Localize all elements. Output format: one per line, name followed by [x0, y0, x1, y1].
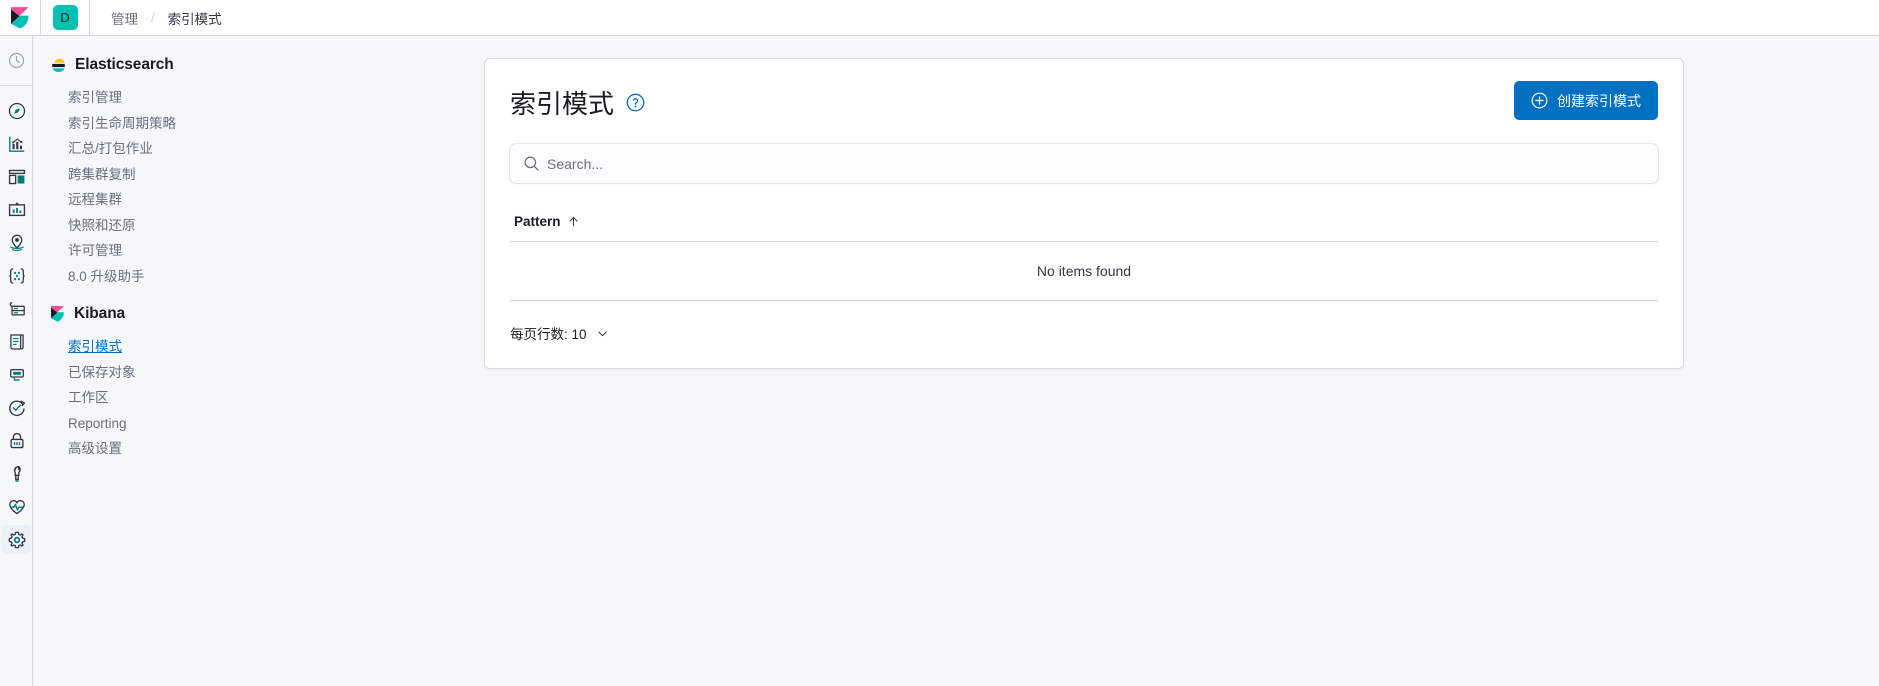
space-switcher[interactable]: D — [41, 0, 89, 36]
compass-icon — [8, 102, 25, 119]
rail-item-apm[interactable] — [0, 358, 33, 391]
dashboard-icon — [8, 169, 25, 184]
nav-section-kibana: Kibana 索引模式 已保存对象 工作区 Reporting 高级设置 — [51, 305, 474, 462]
nav-items-kibana: 索引模式 已保存对象 工作区 Reporting 高级设置 — [51, 334, 474, 462]
rail-item-dev-tools[interactable] — [0, 457, 33, 490]
sidebar-item-index-management[interactable]: 索引管理 — [51, 85, 474, 111]
rows-per-page-button[interactable]: 每页行数: 10 — [510, 323, 609, 343]
rail-item-dashboard[interactable] — [0, 160, 33, 193]
table-empty-message: No items found — [510, 241, 1658, 301]
map-pin-icon — [9, 234, 24, 251]
kibana-logo-icon — [51, 306, 64, 322]
rail-item-monitoring[interactable] — [0, 490, 33, 523]
plus-in-circle-icon — [1531, 92, 1548, 109]
rail-group-recent — [0, 36, 32, 86]
apm-icon — [9, 368, 24, 381]
search-input[interactable] — [510, 144, 1658, 183]
rail-item-recently-viewed[interactable] — [0, 44, 33, 77]
clock-icon — [8, 52, 25, 69]
gear-icon — [8, 531, 25, 548]
ml-icon — [8, 267, 25, 284]
presentation-icon — [8, 201, 25, 216]
rail-item-siem[interactable] — [0, 424, 33, 457]
table-header-row: Pattern — [510, 214, 1658, 242]
rail-item-canvas[interactable] — [0, 193, 33, 226]
main-content-area: 索引模式 创建索引模式 Search... Pattern No items f… — [474, 36, 1879, 686]
sidebar-item-spaces[interactable]: 工作区 — [51, 385, 474, 411]
chart-icon — [8, 136, 24, 152]
breadcrumb-item-index-patterns[interactable]: 索引模式 — [166, 8, 224, 28]
breadcrumb-item-management[interactable]: 管理 — [109, 8, 140, 28]
uptime-icon — [8, 399, 25, 416]
primary-nav-rail — [0, 36, 33, 686]
sidebar-item-license-management[interactable]: 许可管理 — [51, 238, 474, 264]
panel-header: 索引模式 创建索引模式 — [510, 81, 1658, 121]
sidebar-item-index-patterns[interactable]: 索引模式 — [51, 334, 474, 360]
sidebar-item-index-lifecycle-policies[interactable]: 索引生命周期策略 — [51, 111, 474, 137]
sidebar-item-rollup-jobs[interactable]: 汇总/打包作业 — [51, 136, 474, 162]
create-index-pattern-button[interactable]: 创建索引模式 — [1514, 81, 1658, 120]
arrow-up-icon — [568, 216, 578, 227]
sidebar-item-cross-cluster-replication[interactable]: 跨集群复制 — [51, 162, 474, 188]
nav-section-header-kibana: Kibana — [51, 305, 474, 323]
nav-section-header-elasticsearch: Elasticsearch — [51, 56, 474, 74]
table-head: Pattern — [510, 214, 1658, 242]
breadcrumb-separator: / — [151, 10, 155, 25]
breadcrumb: 管理 / 索引模式 — [90, 8, 224, 28]
rows-per-page-label: 每页行数: 10 — [510, 327, 587, 342]
table-empty-row: No items found — [510, 241, 1658, 301]
kibana-logo-icon — [10, 6, 29, 29]
rail-item-infrastructure[interactable] — [0, 292, 33, 325]
rail-item-management[interactable] — [0, 523, 33, 556]
table-body: No items found — [510, 241, 1658, 301]
sidebar-item-upgrade-assistant[interactable]: 8.0 升级助手 — [51, 264, 474, 290]
nav-section-elasticsearch: Elasticsearch 索引管理 索引生命周期策略 汇总/打包作业 跨集群复… — [51, 56, 474, 289]
rail-item-maps[interactable] — [0, 226, 33, 259]
rail-item-visualize[interactable] — [0, 127, 33, 160]
question-circle-icon[interactable] — [626, 93, 645, 112]
rail-item-machine-learning[interactable] — [0, 259, 33, 292]
sidebar-item-advanced-settings[interactable]: 高级设置 — [51, 436, 474, 462]
sidebar-item-remote-clusters[interactable]: 远程集群 — [51, 187, 474, 213]
rail-group-apps — [0, 86, 32, 556]
rail-item-uptime[interactable] — [0, 391, 33, 424]
elasticsearch-logo-icon — [52, 58, 65, 72]
heart-pulse-icon — [8, 499, 25, 514]
lock-icon — [9, 432, 24, 448]
nav-items-elasticsearch: 索引管理 索引生命周期策略 汇总/打包作业 跨集群复制 远程集群 快照和还原 许… — [51, 85, 474, 289]
table-pagination: 每页行数: 10 — [510, 323, 1658, 343]
sidebar-item-snapshot-and-restore[interactable]: 快照和还原 — [51, 213, 474, 239]
wrench-icon — [13, 465, 21, 482]
sidebar-item-reporting[interactable]: Reporting — [51, 411, 474, 437]
page-title-row: 索引模式 — [510, 81, 645, 121]
search-field-wrapper — [510, 144, 1658, 183]
management-sidebar: Elasticsearch 索引管理 索引生命周期策略 汇总/打包作业 跨集群复… — [34, 36, 474, 686]
rail-item-discover[interactable] — [0, 94, 33, 127]
chevron-down-icon — [597, 330, 607, 336]
index-patterns-table: Pattern No items found — [510, 214, 1658, 301]
space-avatar: D — [52, 5, 78, 30]
top-header-bar: D 管理 / 索引模式 — [0, 0, 1879, 36]
create-index-pattern-label: 创建索引模式 — [1557, 92, 1641, 109]
rail-item-logs[interactable] — [0, 325, 33, 358]
infra-icon — [9, 301, 25, 315]
kibana-home-link[interactable] — [0, 0, 40, 36]
nav-section-title-elasticsearch: Elasticsearch — [75, 56, 174, 73]
sidebar-item-saved-objects[interactable]: 已保存对象 — [51, 360, 474, 386]
nav-section-title-kibana: Kibana — [74, 305, 126, 322]
column-header-pattern-label: Pattern — [514, 214, 561, 229]
index-patterns-panel: 索引模式 创建索引模式 Search... Pattern No items f… — [484, 58, 1684, 369]
logs-icon — [9, 333, 24, 350]
column-header-pattern[interactable]: Pattern — [510, 214, 1658, 242]
page-title: 索引模式 — [510, 89, 615, 119]
